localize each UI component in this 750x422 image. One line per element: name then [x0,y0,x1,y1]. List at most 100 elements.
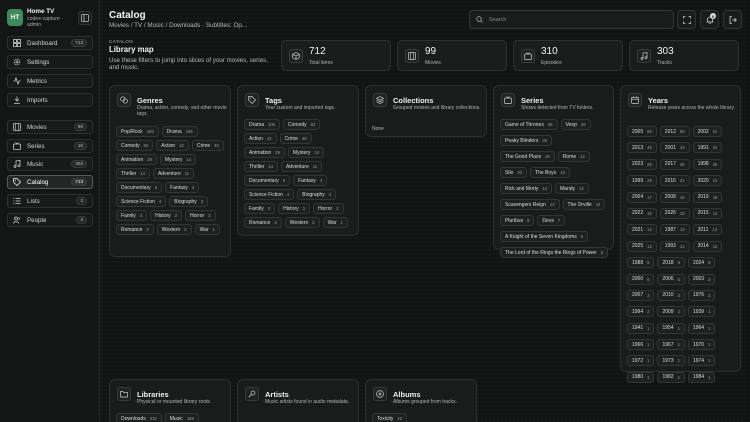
year-chip[interactable]: 1974 1 [687,355,716,367]
nav-settings[interactable]: Settings [7,55,93,69]
year-chip[interactable]: 1972 1 [627,355,655,367]
album-chip[interactable]: Toxicity 22 [372,413,408,422]
tag-chip[interactable]: Romance 3 [244,217,282,228]
year-chip[interactable]: 2007 3 [627,289,655,301]
genre-chip[interactable]: History 3 [150,210,182,221]
nav-people[interactable]: People 3 [7,213,93,227]
tag-chip[interactable]: Documentary 5 [244,175,291,186]
year-chip[interactable]: 1987 13 [659,224,690,236]
tag-chip[interactable]: Fantasy 4 [293,175,328,186]
year-chip[interactable]: 2008 16 [659,191,690,203]
library-chip[interactable]: Downloads 310 [116,413,162,422]
series-chip[interactable]: A Knight of the Seven Kingdoms 6 [500,231,589,242]
nav-series[interactable]: Series 16 [7,139,93,153]
year-chip[interactable]: 2025 13 [627,240,657,252]
year-chip[interactable]: 1980 1 [627,371,655,383]
logout-button[interactable] [723,10,742,29]
year-chip[interactable]: 2005 69 [627,126,657,137]
search-input[interactable] [489,16,659,23]
genre-chip[interactable]: Western 2 [156,224,192,235]
year-chip[interactable]: 2017 26 [659,158,690,170]
year-chip[interactable]: 2026 15 [659,207,690,219]
fullscreen-button[interactable] [677,10,696,29]
year-chip[interactable]: 2001 43 [659,142,690,154]
tag-chip[interactable]: Horror 3 [312,203,344,214]
genre-chip[interactable]: War 1 [194,224,220,235]
series-chip[interactable]: Peaky Blinders 36 [500,135,553,146]
series-chip[interactable]: Scavengers Reign 12 [500,199,560,210]
nav-dashboard[interactable]: Dashboard 713 [7,36,93,50]
year-chip[interactable]: 1984 1 [687,371,716,383]
genre-chip[interactable]: Drama 106 [161,126,198,137]
tag-chip[interactable]: Western 2 [284,217,320,228]
tag-chip[interactable]: Animation 29 [244,147,285,158]
tag-chip[interactable]: War 1 [322,217,348,228]
series-chip[interactable]: Mandy 13 [555,183,589,194]
nav-lists[interactable]: Lists 2 [7,194,93,208]
tag-chip[interactable]: Drama 106 [244,119,281,130]
year-chip[interactable]: 2012 59 [659,126,690,137]
year-chip[interactable]: 2004 17 [627,191,657,203]
tag-chip[interactable]: Thriller 14 [244,161,278,172]
year-chip[interactable]: 2000 6 [627,273,655,285]
year-chip[interactable]: 2002 51 [692,126,723,137]
year-chip[interactable]: 2003 3 [687,273,716,285]
tag-chip[interactable]: Family 3 [244,203,276,214]
genre-chip[interactable]: Pop/Rock 169 [116,126,159,137]
genre-chip[interactable]: Romance 3 [116,224,154,235]
genre-chip[interactable]: Family 3 [116,210,148,221]
series-chip[interactable]: Rome 22 [557,151,590,162]
genre-chip[interactable]: Thriller 14 [116,168,150,179]
series-chip[interactable]: Silo 20 [500,167,528,178]
genre-chip[interactable]: Comedy 62 [116,140,154,151]
tag-chip[interactable]: History 3 [278,203,310,214]
year-chip[interactable]: 2016 21 [659,175,690,187]
year-chip[interactable]: 2024 8 [687,257,716,269]
year-chip[interactable]: 1967 1 [657,339,685,351]
year-chip[interactable]: 2009 2 [657,306,685,318]
nav-catalog[interactable]: Catalog 713 [7,175,93,189]
tag-chip[interactable]: Science Fiction 4 [244,189,295,200]
genre-chip[interactable]: Animation 29 [116,154,157,165]
year-chip[interactable]: 2015 14 [692,207,723,219]
series-chip[interactable]: The Boys 16 [530,167,570,178]
genre-chip[interactable]: Biography 3 [169,196,209,207]
series-chip[interactable]: The Orville 12 [562,199,606,210]
year-chip[interactable]: 2019 16 [692,191,723,203]
year-chip[interactable]: 2020 21 [692,175,723,187]
nav-imports[interactable]: Imports [7,93,93,107]
nav-music[interactable]: Music 303 [7,157,93,171]
search-box[interactable] [469,10,674,29]
nav-metrics[interactable]: Metrics [7,74,93,88]
year-chip[interactable]: 1964 1 [687,322,716,334]
year-chip[interactable]: 2014 12 [692,240,723,252]
year-chip[interactable]: 1982 1 [657,371,685,383]
year-chip[interactable]: 2011 13 [692,224,723,236]
genre-chip[interactable]: Documentary 5 [116,182,163,193]
tag-chip[interactable]: Biography 3 [297,189,337,200]
year-chip[interactable]: 1976 2 [687,289,716,301]
tag-chip[interactable]: Adventure 11 [280,161,323,172]
year-chip[interactable]: 1988 9 [627,257,655,269]
genre-chip[interactable]: Horror 3 [184,210,216,221]
genre-chip[interactable]: Adventure 11 [152,168,195,179]
series-chip[interactable]: Devs 7 [537,215,566,226]
year-chip[interactable]: 2013 46 [627,142,657,154]
genre-chip[interactable]: Mystery 14 [159,154,197,165]
genre-chip[interactable]: Fantasy 4 [165,182,200,193]
year-chip[interactable]: 1993 12 [659,240,690,252]
series-chip[interactable]: The Lord of the Rings the Rings of Power… [500,247,609,258]
series-chip[interactable]: The Good Place 25 [500,151,555,162]
year-chip[interactable]: 1954 1 [657,322,685,334]
year-chip[interactable]: 1998 25 [692,158,723,170]
year-chip[interactable]: 2018 9 [657,257,685,269]
genre-chip[interactable]: Science Fiction 4 [116,196,167,207]
year-chip[interactable]: 1973 1 [657,355,685,367]
year-chip[interactable]: 1970 1 [687,339,716,351]
year-chip[interactable]: 2010 3 [657,289,685,301]
collapse-sidebar-button[interactable] [78,11,92,25]
year-chip[interactable]: 1941 1 [627,322,655,334]
series-chip[interactable]: Veep 46 [560,119,591,130]
nav-movies[interactable]: Movies 89 [7,120,93,134]
genre-chip[interactable]: Crime 40 [191,140,224,151]
